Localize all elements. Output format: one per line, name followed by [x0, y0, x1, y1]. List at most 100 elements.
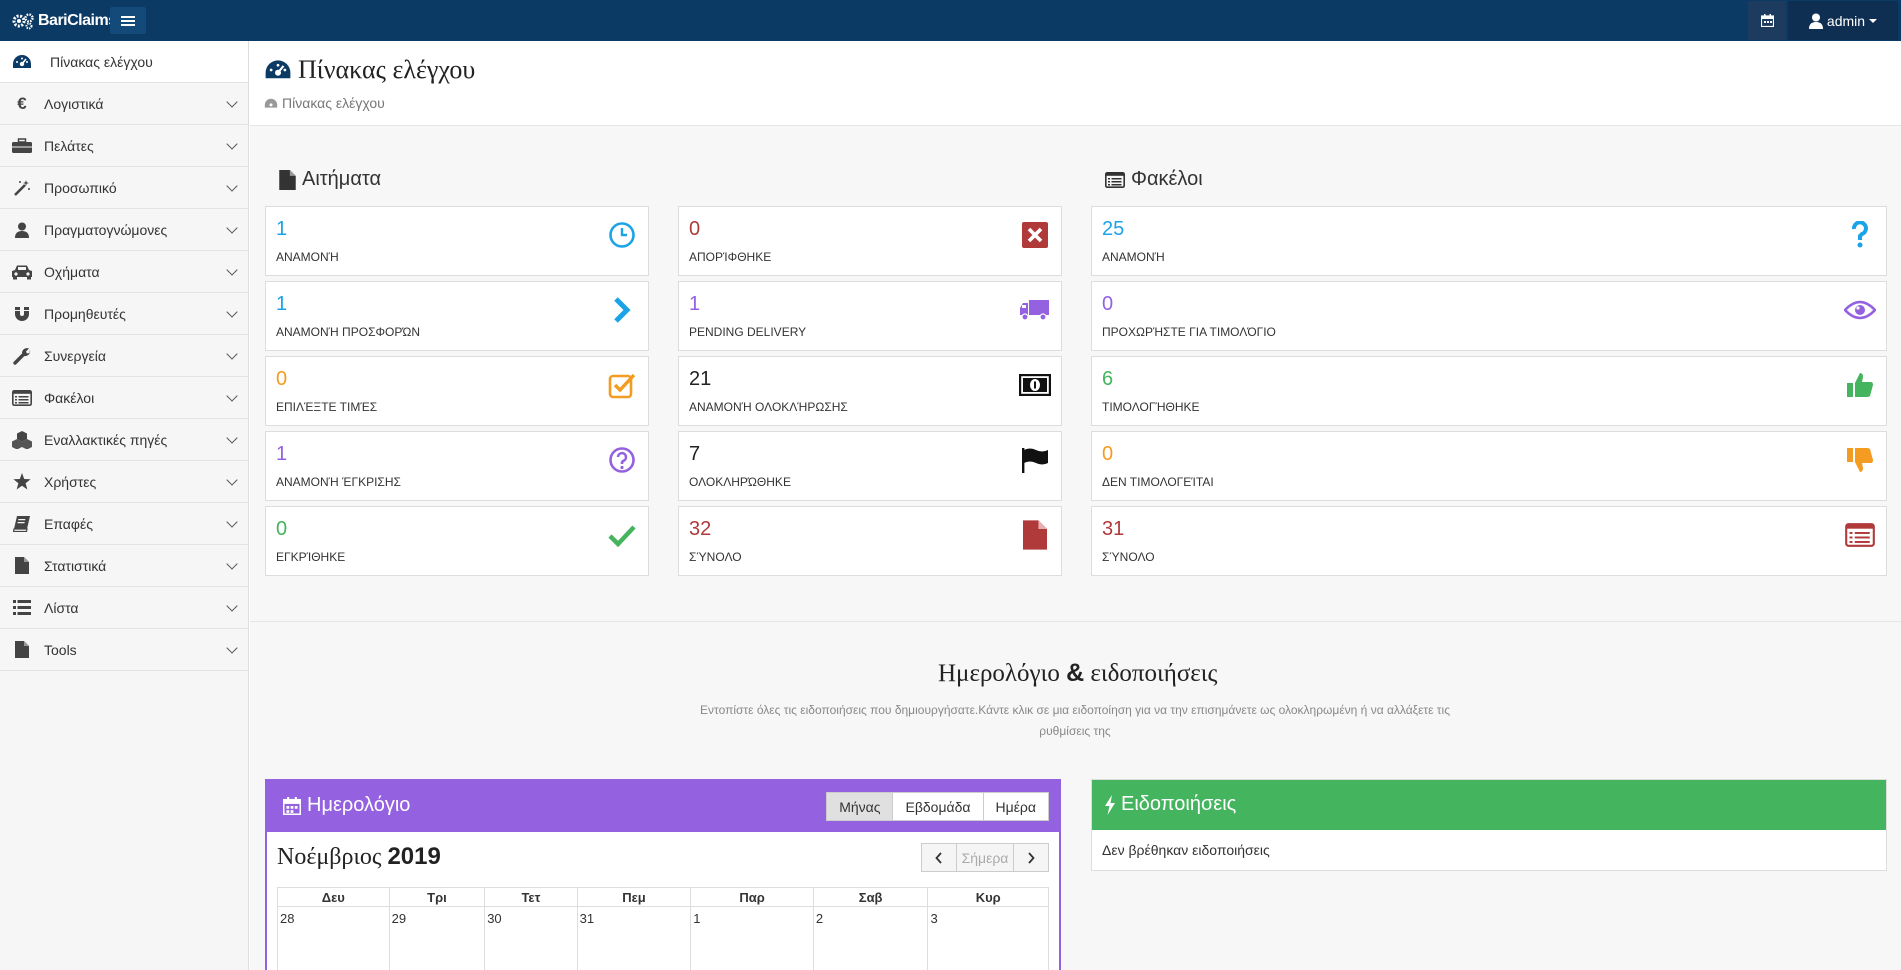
stat-card-total-requests[interactable]: 32 ΣΎΝΟΛΟ	[678, 506, 1062, 576]
sidebar-item-list[interactable]: Λίστα	[0, 587, 248, 629]
chevron-down-icon	[226, 222, 238, 234]
stat-value: 25	[1102, 218, 1125, 240]
weekday-header: Παρ	[690, 887, 814, 907]
calendar-day[interactable]: 31	[576, 906, 692, 970]
calendar-day[interactable]: 3	[927, 906, 1049, 970]
requests-section-title: Αιτήματα	[279, 168, 381, 191]
sidebar-item-tools[interactable]: Tools	[0, 629, 248, 671]
chevron-left-icon	[935, 851, 942, 864]
calendar-view-switcher: Μήνας Εβδομάδα Ημέρα	[826, 792, 1049, 821]
sidebar-item-alt-sources[interactable]: Εναλλακτικές πηγές	[0, 419, 248, 461]
chevron-down-icon	[226, 558, 238, 570]
chevron-down-icon	[226, 348, 238, 360]
weekday-header: Κυρ	[927, 887, 1049, 907]
sidebar-item-statistics[interactable]: Στατιστικά	[0, 545, 248, 587]
sidebar-item-vehicles[interactable]: Οχήματα	[0, 251, 248, 293]
calendar-day[interactable]: 2	[812, 906, 929, 970]
stat-card-select-prices[interactable]: 0 ΕΠΙΛΈΞΤΕ ΤΙΜΈΣ	[265, 356, 649, 426]
sidebar-item-label: Στατιστικά	[44, 557, 107, 574]
calendar-button[interactable]	[1748, 1, 1786, 40]
stat-card-pending[interactable]: 1 ΑΝΑΜΟΝΉ	[265, 206, 649, 276]
dashboard-icon	[265, 60, 291, 79]
folder-card-proceed-invoice[interactable]: 0 ΠΡΟΧΩΡΉΣΤΕ ΓΙΑ ΤΙΜΟΛΌΓΙΟ	[1091, 281, 1887, 351]
section-divider	[250, 621, 1901, 622]
stat-label: ΑΝΑΜΟΝΉ ΈΓΚΡΙΣΗΣ	[276, 475, 401, 489]
folder-card-not-invoiced[interactable]: 0 ΔΕΝ ΤΙΜΟΛΟΓΕΊΤΑΙ	[1091, 431, 1887, 501]
next-month-button[interactable]	[1013, 843, 1049, 872]
chevron-down-icon	[226, 306, 238, 318]
sidebar-item-experts[interactable]: Πραγματογνώμονες	[0, 209, 248, 251]
sidebar-item-label: Οχήματα	[44, 263, 100, 280]
stat-card-approved[interactable]: 0 ΕΓΚΡΊΘΗΚΕ	[265, 506, 649, 576]
eye-icon	[1844, 294, 1876, 326]
stat-card-pending-approval[interactable]: 1 ΑΝΑΜΟΝΉ ΈΓΚΡΙΣΗΣ	[265, 431, 649, 501]
view-month-button[interactable]: Μήνας	[826, 792, 894, 821]
stat-value: 32	[689, 518, 712, 540]
stat-label: ΑΝΑΜΟΝΉ	[276, 250, 339, 264]
caret-down-icon	[1869, 18, 1878, 23]
user-menu[interactable]: admin	[1788, 1, 1898, 40]
view-week-button[interactable]: Εβδομάδα	[892, 792, 984, 821]
calendar-day[interactable]: 1	[690, 906, 814, 970]
view-day-button[interactable]: Ημέρα	[982, 792, 1049, 821]
sidebar-item-clients[interactable]: Πελάτες	[0, 125, 248, 167]
hamburger-icon	[121, 15, 135, 26]
chevron-down-icon	[226, 180, 238, 192]
notifications-panel-title: Ειδοποιήσεις	[1104, 793, 1236, 816]
breadcrumb[interactable]: Πίνακας ελέγχου	[264, 95, 385, 111]
gears-icon	[12, 13, 34, 30]
stat-card-rejected[interactable]: 0 ΑΠΟΡΊΦΘΗΚΕ	[678, 206, 1062, 276]
chevron-right-icon	[606, 294, 638, 326]
stat-card-pending-delivery[interactable]: 1 PENDING DELIVERY	[678, 281, 1062, 351]
folder-card-pending[interactable]: 25 ΑΝΑΜΟΝΉ	[1091, 206, 1887, 276]
brand-name: BariClaims	[38, 12, 117, 29]
sidebar-item-label: Tools	[44, 641, 77, 658]
sidebar-item-label: Πραγματογνώμονες	[44, 221, 168, 238]
sidebar-item-folders[interactable]: Φακέλοι	[0, 377, 248, 419]
stat-value: 1	[689, 293, 701, 315]
calendar-day[interactable]: 28	[277, 906, 390, 970]
stat-label: ΣΎΝΟΛΟ	[689, 550, 742, 564]
stat-value: 1	[276, 293, 288, 315]
sidebar-item-label: Πίνακας ελέγχου	[50, 53, 153, 70]
sidebar-item-dashboard[interactable]: Πίνακας ελέγχου	[0, 41, 248, 83]
sidebar-item-staff[interactable]: Προσωπικό	[0, 167, 248, 209]
calendar-section-description: Εντοπίστε όλες τις ειδοποιήσεις που δημι…	[700, 703, 1450, 738]
stat-value: 0	[1102, 293, 1114, 315]
sidebar-item-suppliers[interactable]: Προμηθευτές	[0, 293, 248, 335]
sidebar-toggle-button[interactable]	[110, 7, 146, 34]
magnet-icon	[11, 305, 33, 323]
sidebar-item-contacts[interactable]: Επαφές	[0, 503, 248, 545]
stat-card-pending-offers[interactable]: 1 ΑΝΑΜΟΝΉ ΠΡΟΣΦΟΡΏΝ	[265, 281, 649, 351]
stat-label: ΑΝΑΜΟΝΉ ΠΡΟΣΦΟΡΏΝ	[276, 325, 421, 339]
sidebar-item-label: Προμηθευτές	[44, 305, 126, 322]
stat-card-pending-completion[interactable]: 21 ΑΝΑΜΟΝΉ ΟΛΟΚΛΉΡΩΣΗΣ	[678, 356, 1062, 426]
calendar-panel-header: Ημερολόγιο Μήνας Εβδομάδα Ημέρα	[267, 781, 1059, 832]
folder-card-total[interactable]: 31 ΣΎΝΟΛΟ	[1091, 506, 1887, 576]
sidebar-item-label: Προσωπικό	[44, 179, 117, 196]
stat-value: 1	[276, 218, 288, 240]
sidebar-item-users[interactable]: Χρήστες	[0, 461, 248, 503]
weekday-header: Σαβ	[812, 887, 929, 907]
thumbs-down-icon	[1844, 444, 1876, 476]
stat-label: ΕΠΙΛΈΞΤΕ ΤΙΜΈΣ	[276, 400, 378, 414]
stat-value: 0	[689, 218, 701, 240]
today-button[interactable]: Σήμερα	[956, 843, 1014, 872]
page-title-text: Πίνακας ελέγχου	[298, 55, 476, 84]
stat-card-completed[interactable]: 7 ΟΛΟΚΛΗΡΏΘΗΚΕ	[678, 431, 1062, 501]
sidebar-item-accounting[interactable]: € Λογιστικά	[0, 83, 248, 125]
prev-month-button[interactable]	[921, 843, 957, 872]
sidebar-item-workshops[interactable]: Συνεργεία	[0, 335, 248, 377]
weekday-header: Πεμ	[576, 887, 692, 907]
list-alt-icon	[11, 389, 33, 407]
calendar-day[interactable]: 29	[388, 906, 486, 970]
top-navbar: BariClaims admin	[0, 0, 1901, 41]
weekday-header: Τετ	[484, 887, 578, 907]
chevron-down-icon	[226, 600, 238, 612]
stat-label: ΤΙΜΟΛΟΓΉΘΗΚΕ	[1102, 400, 1200, 414]
dashboard-icon	[11, 53, 33, 71]
breadcrumb-item: Πίνακας ελέγχου	[282, 95, 385, 111]
calendar-day[interactable]: 30	[484, 906, 578, 970]
folder-card-invoiced[interactable]: 6 ΤΙΜΟΛΟΓΉΘΗΚΕ	[1091, 356, 1887, 426]
brand-logo[interactable]: BariClaims	[12, 9, 117, 33]
